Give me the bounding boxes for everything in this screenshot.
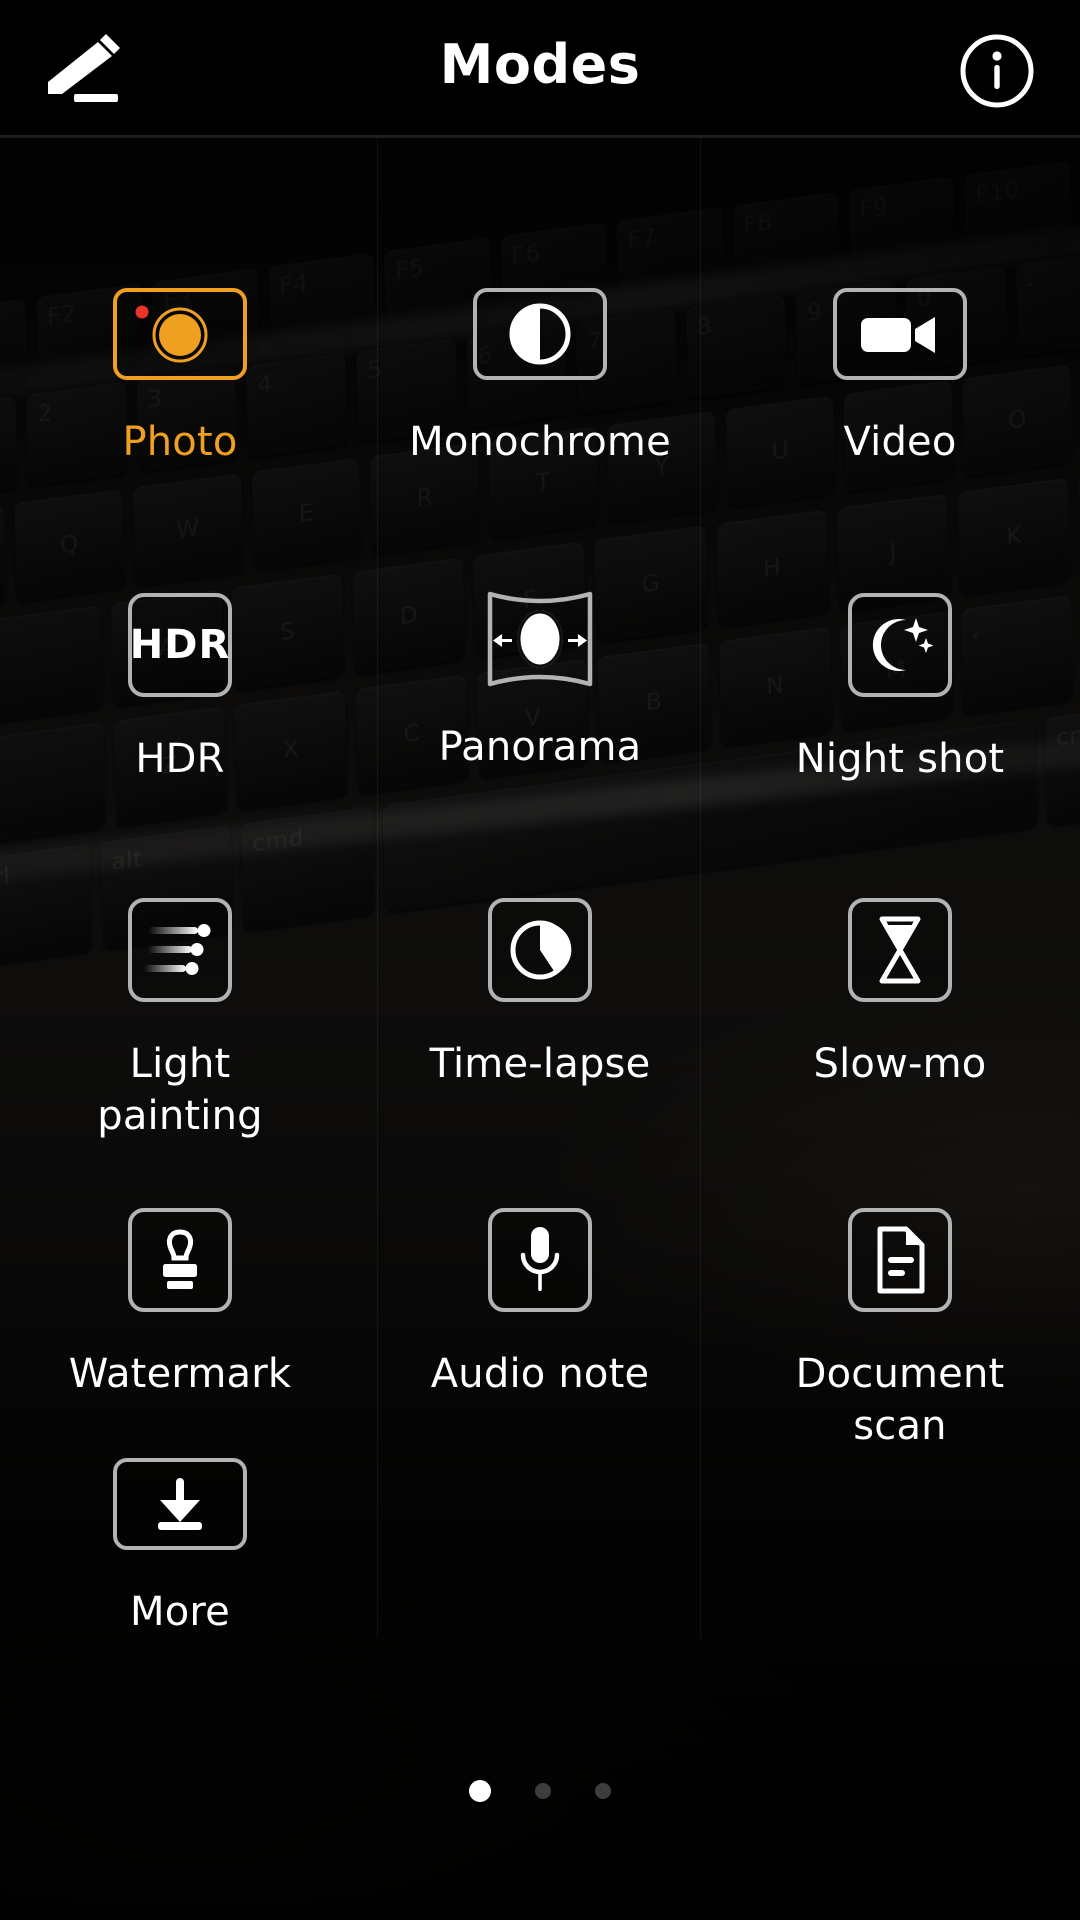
mode-label: HDR [135,736,225,782]
rubber-stamp-icon [128,1208,232,1312]
modes-grid: Photo Monochrome Video HDR HDR Panorama … [0,138,1080,1788]
mode-label: Light painting [97,1041,263,1139]
video-camera-icon [833,288,967,380]
microphone-icon [488,1208,592,1312]
mode-video[interactable]: Video [720,288,1080,468]
moon-stars-icon [848,593,952,697]
panorama-icon [473,591,607,687]
mode-document-scan[interactable]: Document scan [720,1208,1080,1452]
camera-icon [113,288,247,380]
light-streaks-icon [128,898,232,1002]
mode-label: Slow-mo [813,1041,987,1087]
contrast-icon [473,288,607,380]
mode-more[interactable]: More [0,1458,360,1638]
hourglass-icon [848,898,952,1002]
grid-cell-empty [720,1458,1080,1638]
mode-time-lapse[interactable]: Time-lapse [360,898,720,1142]
mode-label: Audio note [430,1351,650,1397]
mode-label: Panorama [438,724,642,770]
modes-row-4: Watermark Audio note Document scan [0,1208,1080,1452]
modes-row-3: Light painting Time-lapse Slow-mo [0,898,1080,1142]
mode-label: Watermark [68,1351,292,1397]
grid-cell-empty [360,1458,720,1638]
modes-row-2: HDR HDR Panorama Night shot [0,591,1080,785]
mode-night-shot[interactable]: Night shot [720,593,1080,785]
camera-modes-screen: escF1F2 F3F4F5 F6F7F8 F9F10F11 F12 ~12 3… [0,0,1080,1920]
page-dot-1[interactable] [469,1780,491,1802]
mode-watermark[interactable]: Watermark [0,1208,360,1452]
mode-label: Night shot [795,736,1005,782]
mode-light-painting[interactable]: Light painting [0,898,360,1142]
hdr-icon-text: HDR [129,622,231,668]
mode-hdr[interactable]: HDR HDR [0,593,360,785]
mode-label: Photo [122,419,238,465]
mode-label: Video [843,419,957,465]
mode-label: Time-lapse [429,1041,651,1087]
mode-label: More [130,1589,230,1635]
mode-slow-mo[interactable]: Slow-mo [720,898,1080,1142]
modes-row-1: Photo Monochrome Video [0,288,1080,468]
mode-audio-note[interactable]: Audio note [360,1208,720,1452]
page-dot-3[interactable] [595,1783,611,1799]
page-indicator [0,1780,1080,1802]
modes-row-5: More [0,1458,1080,1638]
hdr-text-icon: HDR [128,593,232,697]
info-circle-icon[interactable] [956,30,1038,112]
top-bar: Modes [0,0,1080,138]
mode-monochrome[interactable]: Monochrome [360,288,720,468]
page-dot-2[interactable] [535,1783,551,1799]
mode-photo[interactable]: Photo [0,288,360,468]
pie-timer-icon [488,898,592,1002]
mode-panorama[interactable]: Panorama [360,591,720,785]
page-title: Modes [439,33,641,96]
mode-label: Document scan [795,1351,1005,1449]
download-arrow-icon [113,1458,247,1550]
mode-label: Monochrome [409,419,671,465]
document-icon [848,1208,952,1312]
